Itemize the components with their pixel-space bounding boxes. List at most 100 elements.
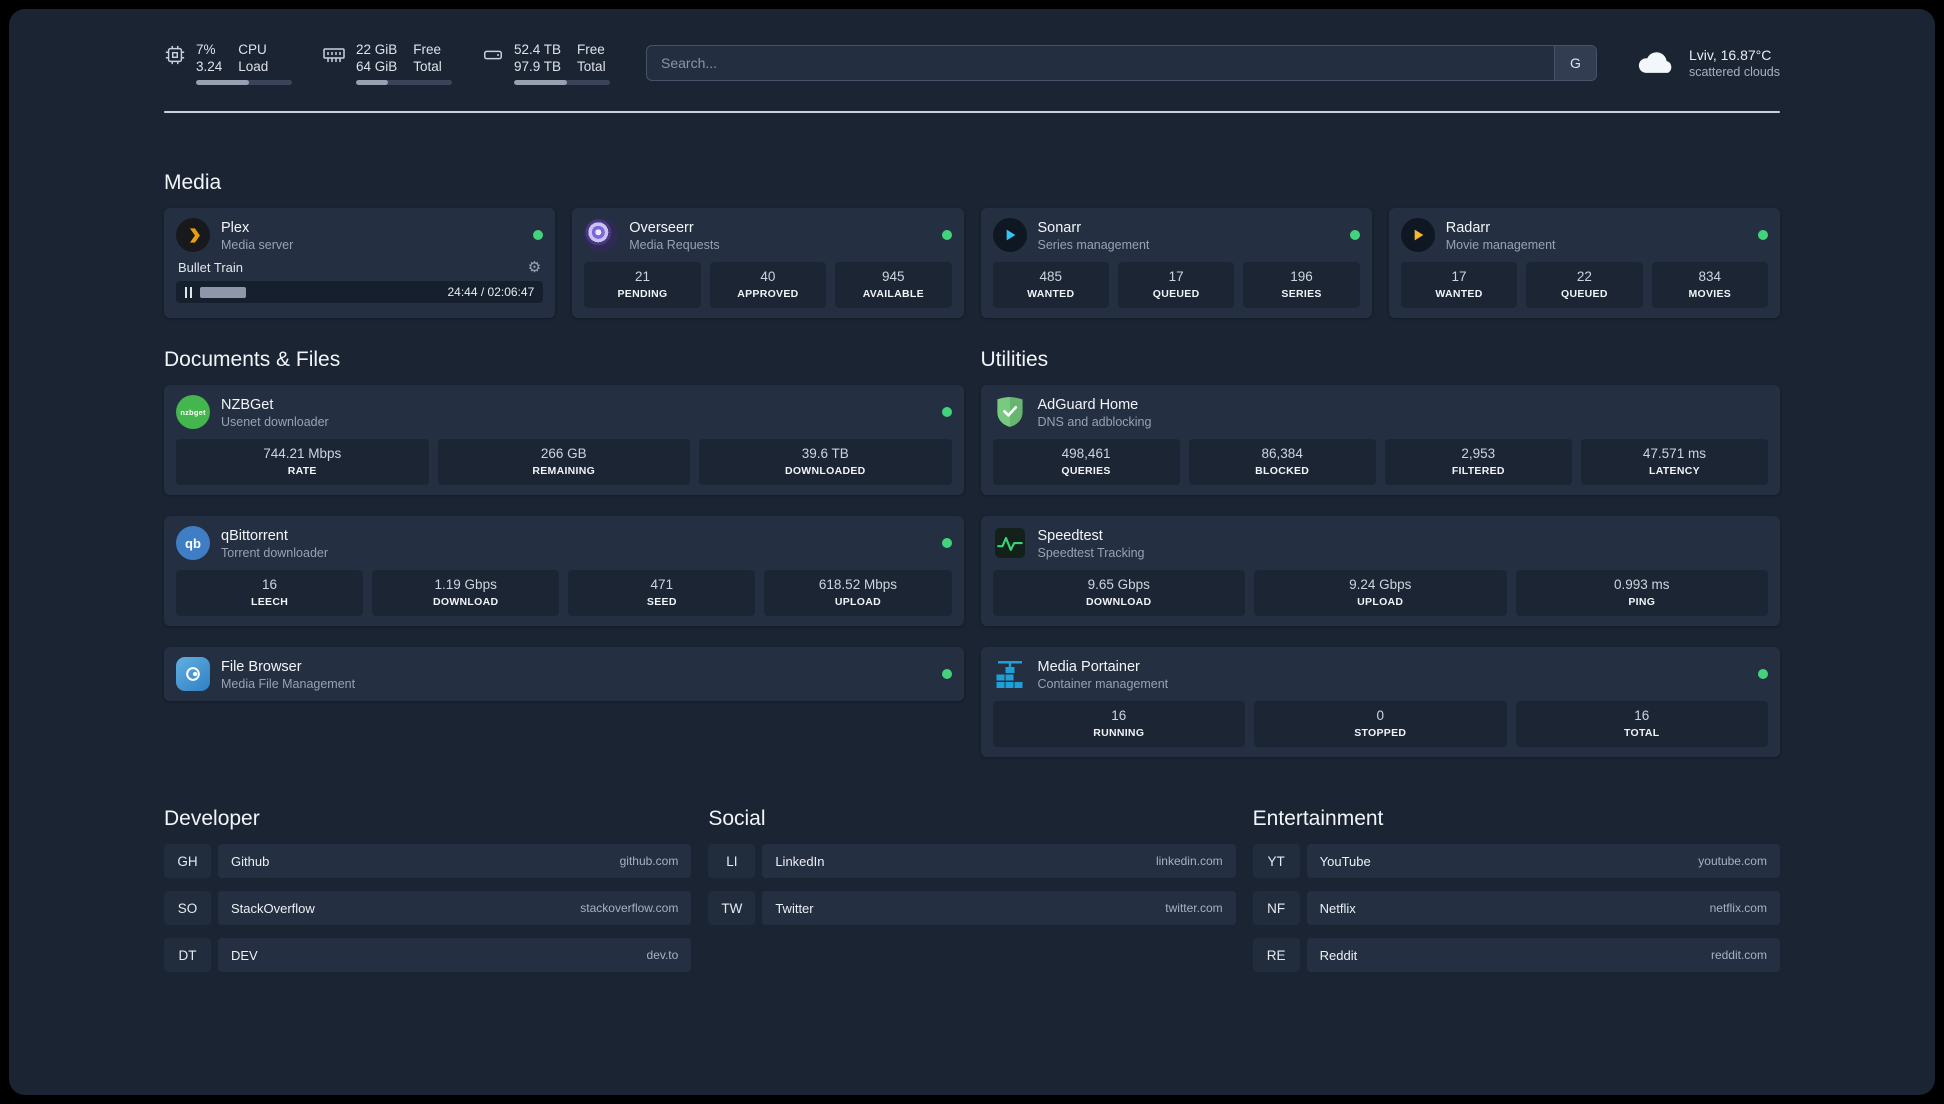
nzbget-icon-label: nzbget [180, 407, 206, 417]
status-dot [941, 669, 952, 679]
bookmark-name: Twitter [775, 900, 814, 916]
stat-label: DOWNLOADED [784, 465, 866, 477]
now-playing-title: Bullet Train [178, 260, 244, 275]
stat-value: 86,384 [1261, 446, 1303, 461]
stat-box: 834 MOVIES [1651, 262, 1769, 308]
card-nzbget[interactable]: nzbget NZBGet Usenet downloader 744.21 M… [164, 385, 964, 495]
memory-total-value: 64 GiB [356, 59, 398, 74]
stat-value: 2,953 [1461, 446, 1496, 461]
section-title-entertainment: Entertainment [1252, 807, 1384, 830]
card-filebrowser[interactable]: File Browser Media File Management [164, 647, 964, 701]
stat-value: 471 [650, 577, 674, 592]
bookmark-name: Netflix [1319, 900, 1356, 916]
stat-box: 40 APPROVED [709, 262, 827, 308]
disk-usage-bar-fill [514, 80, 567, 85]
stat-label: APPROVED [737, 288, 799, 300]
card-plex[interactable]: Plex Media server Bullet Train ⚙ 24:44 /… [164, 208, 556, 318]
card-speedtest[interactable]: Speedtest Speedtest Tracking 9.65 Gbps D… [980, 516, 1780, 626]
bookmark-name: Github [231, 853, 270, 869]
bookmark-name: YouTube [1319, 853, 1371, 869]
search-provider-button[interactable]: G [1553, 46, 1596, 80]
stat-box: 16 LEECH [176, 570, 364, 616]
stat-value: 39.6 TB [801, 446, 849, 461]
bookmark-group-developer: Developer GH Github github.com SO StackO… [164, 807, 692, 972]
stat-value: 16 [1634, 708, 1650, 723]
stat-label: REMAINING [532, 465, 596, 477]
stat-box: 485 WANTED [992, 262, 1109, 308]
stat-label: PING [1628, 596, 1656, 608]
cpu-widget: 7% 3.24 CPU Load [164, 41, 292, 85]
memory-usage-bar-fill [356, 80, 388, 85]
service-name: File Browser [221, 658, 302, 675]
pause-icon[interactable] [185, 286, 192, 298]
stat-box: 0 STOPPED [1254, 701, 1507, 747]
weather-widget: Lviv, 16.87°C scattered clouds [1633, 46, 1780, 81]
radarr-icon [1400, 218, 1435, 252]
status-dot [941, 230, 952, 240]
qbittorrent-icon-label: qb [185, 535, 201, 551]
card-portainer[interactable]: Media Portainer Container management 16 … [980, 647, 1780, 757]
service-name: Radarr [1445, 219, 1491, 236]
weather-condition: scattered clouds [1688, 65, 1780, 79]
card-qbittorrent[interactable]: qb qBittorrent Torrent downloader 16 LEE… [164, 516, 964, 626]
bookmark-abbr: TW [708, 891, 756, 925]
bookmark-abbr: GH [164, 844, 211, 878]
bookmark-github[interactable]: GH Github github.com [164, 844, 692, 878]
stat-box: 1.19 Gbps DOWNLOAD [372, 570, 560, 616]
stat-label: QUERIES [1061, 465, 1111, 477]
bookmark-linkedin[interactable]: LI LinkedIn linkedin.com [708, 844, 1236, 878]
card-adguard[interactable]: AdGuard Home DNS and adblocking 498,461 … [980, 385, 1780, 495]
nzbget-icon: nzbget [176, 395, 210, 429]
stat-box: 196 SERIES [1243, 262, 1360, 308]
service-name: qBittorrent [221, 527, 288, 544]
stat-label: DOWNLOAD [1086, 596, 1152, 608]
stat-value: 40 [760, 269, 776, 284]
search-bar: G [646, 45, 1597, 81]
card-radarr[interactable]: Radarr Movie management 17 WANTED 22 QUE… [1388, 208, 1780, 318]
stat-value: 196 [1290, 269, 1313, 284]
bookmark-name: LinkedIn [775, 853, 825, 869]
stat-label: AVAILABLE [862, 288, 924, 300]
service-name: Sonarr [1037, 219, 1082, 236]
service-subtitle: Torrent downloader [221, 545, 329, 560]
filebrowser-icon [176, 657, 210, 691]
bookmark-twitter[interactable]: TW Twitter twitter.com [708, 891, 1236, 925]
bookmark-youtube[interactable]: YT YouTube youtube.com [1252, 844, 1780, 878]
search-input[interactable] [646, 45, 1597, 81]
cpu-percent-value: 7% [196, 42, 216, 57]
topbar: 7% 3.24 CPU Load 22 GiB 64 GiB Free Tota… [164, 9, 1780, 85]
bookmark-stackoverflow[interactable]: SO StackOverflow stackoverflow.com [164, 891, 692, 925]
bookmark-url: stackoverflow.com [580, 901, 679, 915]
stat-value: 21 [634, 269, 650, 284]
stat-box: 47.571 ms LATENCY [1580, 439, 1768, 485]
dashboard-app: 7% 3.24 CPU Load 22 GiB 64 GiB Free Tota… [9, 9, 1935, 1095]
plex-now-playing-widget: Bullet Train ⚙ 24:44 / 02:06:47 [176, 260, 544, 303]
bookmark-abbr: LI [708, 844, 756, 878]
disk-free-value: 52.4 TB [514, 42, 562, 57]
stat-value: 9.24 Gbps [1349, 577, 1412, 592]
speedtest-icon [993, 526, 1027, 560]
player-progress-bar[interactable]: 24:44 / 02:06:47 [176, 281, 544, 303]
bookmark-reddit[interactable]: RE Reddit reddit.com [1252, 938, 1780, 972]
stat-box: 9.24 Gbps UPLOAD [1254, 570, 1507, 616]
stat-value: 618.52 Mbps [818, 577, 897, 592]
bookmark-url: dev.to [646, 948, 679, 962]
bookmark-url: reddit.com [1710, 948, 1767, 962]
gear-icon[interactable]: ⚙ [528, 260, 541, 275]
player-progress-track[interactable] [200, 286, 440, 298]
service-subtitle: Speedtest Tracking [1037, 545, 1145, 560]
card-sonarr[interactable]: Sonarr Series management 485 WANTED 17 Q… [980, 208, 1372, 318]
stat-label: SEED [646, 596, 677, 608]
section-title-social: Social [708, 807, 766, 830]
bookmark-netflix[interactable]: NF Netflix netflix.com [1252, 891, 1780, 925]
service-name: Plex [221, 219, 250, 236]
stat-value: 498,461 [1061, 446, 1111, 461]
status-dot [1758, 230, 1768, 240]
stat-label: LEECH [251, 596, 289, 608]
card-overseerr[interactable]: Overseerr Media Requests 21 PENDING 40 A… [572, 208, 964, 318]
service-subtitle: Media File Management [221, 676, 356, 691]
bookmark-abbr: YT [1252, 844, 1300, 878]
bookmark-dev[interactable]: DT DEV dev.to [164, 938, 692, 972]
stat-value: 1.19 Gbps [434, 577, 497, 592]
bookmark-name: Reddit [1319, 947, 1358, 963]
